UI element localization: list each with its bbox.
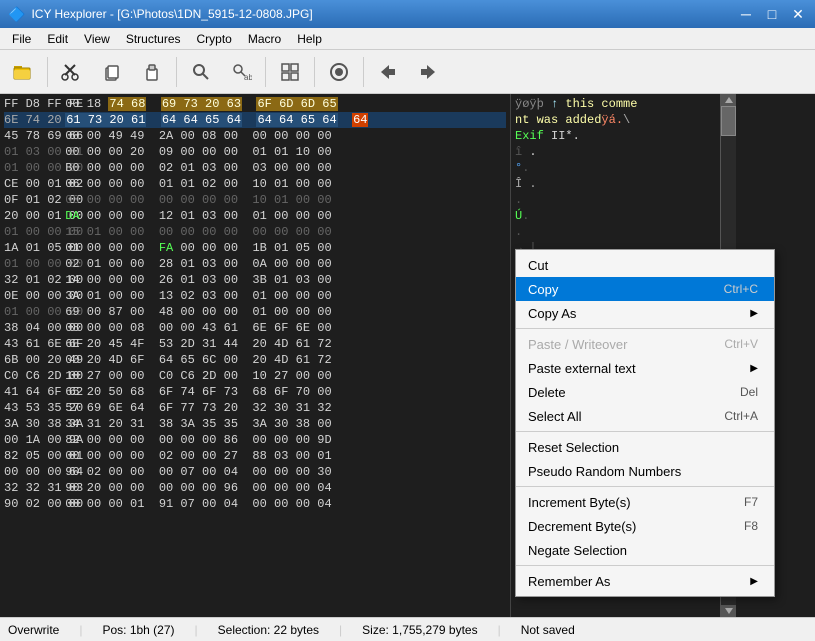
hex-row: 45 78 69 66 00 00 49 49 2A 00 08 00 00 0… bbox=[4, 128, 506, 144]
hex-row: 0F 01 02 00 00 00 00 00 00 00 00 00 10 0… bbox=[4, 192, 506, 208]
hex-row: 00 00 00 64 90 02 00 00 00 07 00 04 00 0… bbox=[4, 464, 506, 480]
ctx-paste[interactable]: Paste / Writeover Ctrl+V bbox=[516, 332, 774, 356]
ctx-select-all[interactable]: Select All Ctrl+A bbox=[516, 404, 774, 428]
hex-left-panel: FF D8 FF FE 00 18 74 68 69 73 20 63 6F 6… bbox=[0, 94, 510, 617]
toolbar-sep-2 bbox=[176, 57, 177, 87]
hex-row: 32 01 02 00 14 00 00 00 26 01 03 00 3B 0… bbox=[4, 272, 506, 288]
ctx-paste-external[interactable]: Paste external text ▶ bbox=[516, 356, 774, 380]
hex-row: 20 00 01 00 DA 00 00 00 12 01 03 00 01 0… bbox=[4, 208, 506, 224]
toolbar-goto[interactable] bbox=[271, 53, 309, 91]
hex-row: 32 32 31 03 90 20 00 00 00 00 00 96 00 0… bbox=[4, 480, 506, 496]
ascii-row: nt was addedÿá.\ bbox=[515, 112, 716, 128]
ctx-delete[interactable]: Delete Del bbox=[516, 380, 774, 404]
titlebar: 🔷 ICY Hexplorer - [G:\Photos\1DN_5915-12… bbox=[0, 0, 815, 28]
toolbar-findreplace[interactable]: ab bbox=[222, 53, 260, 91]
ascii-row: Ú. bbox=[515, 208, 716, 224]
hex-row: CE 00 01 02 06 00 00 00 01 01 02 00 10 0… bbox=[4, 176, 506, 192]
ctx-reset-selection[interactable]: Reset Selection bbox=[516, 435, 774, 459]
menu-crypto[interactable]: Crypto bbox=[189, 28, 240, 50]
ascii-row: Î . bbox=[515, 176, 716, 192]
main-area: FF D8 FF FE 00 18 74 68 69 73 20 63 6F 6… bbox=[0, 94, 815, 617]
status-position: Pos: 1bh (27) bbox=[102, 623, 174, 637]
toolbar-forward[interactable] bbox=[409, 53, 447, 91]
ascii-row: . bbox=[515, 192, 716, 208]
ctx-sep-4 bbox=[516, 565, 774, 566]
app-icon: 🔷 bbox=[8, 6, 25, 23]
hex-row: 82 05 00 01 00 00 00 00 02 00 00 27 88 0… bbox=[4, 448, 506, 464]
toolbar: ab bbox=[0, 50, 815, 94]
status-selection: Selection: 22 bytes bbox=[218, 623, 319, 637]
status-saved: Not saved bbox=[521, 623, 575, 637]
status-mode: Overwrite bbox=[8, 623, 59, 637]
titlebar-title: ICY Hexplorer - [G:\Photos\1DN_5915-12-0… bbox=[31, 7, 312, 21]
toolbar-cut[interactable] bbox=[53, 53, 91, 91]
ascii-row: Exif II*. bbox=[515, 128, 716, 144]
ctx-negate-selection[interactable]: Negate Selection bbox=[516, 538, 774, 562]
scroll-up[interactable] bbox=[721, 94, 736, 106]
hex-row: 01 00 00 00 B0 00 00 00 02 01 03 00 03 0… bbox=[4, 160, 506, 176]
hex-row: 01 00 00 00 02 01 00 00 28 01 03 00 0A 0… bbox=[4, 256, 506, 272]
context-menu: Cut Copy Ctrl+C Copy As ▶ Paste / Writeo… bbox=[515, 249, 775, 597]
ctx-pseudo-random[interactable]: Pseudo Random Numbers bbox=[516, 459, 774, 483]
hex-row: 90 02 00 00 00 00 00 01 91 07 00 04 00 0… bbox=[4, 496, 506, 512]
toolbar-sep-4 bbox=[314, 57, 315, 87]
hex-row: FF D8 FF FE 00 18 74 68 69 73 20 63 6F 6… bbox=[4, 96, 506, 112]
hex-row: 01 00 00 00 15 01 00 00 00 00 00 00 00 0… bbox=[4, 224, 506, 240]
ctx-sep-3 bbox=[516, 486, 774, 487]
ascii-row: ÿøÿþ ↑ this comme bbox=[515, 96, 716, 112]
ctx-sep-1 bbox=[516, 328, 774, 329]
hex-row: 43 53 35 20 57 69 6E 64 6F 77 73 20 32 3… bbox=[4, 400, 506, 416]
menu-view[interactable]: View bbox=[76, 28, 118, 50]
ascii-row: î . bbox=[515, 144, 716, 160]
ctx-sep-2 bbox=[516, 431, 774, 432]
toolbar-sep-5 bbox=[363, 57, 364, 87]
close-button[interactable]: ✕ bbox=[785, 0, 811, 28]
ctx-cut[interactable]: Cut bbox=[516, 253, 774, 277]
hex-row: 00 1A 00 9A 82 00 00 00 00 00 00 86 00 0… bbox=[4, 432, 506, 448]
toolbar-back[interactable] bbox=[369, 53, 407, 91]
ctx-decrement-byte[interactable]: Decrement Byte(s) F8 bbox=[516, 514, 774, 538]
hex-row: 1A 01 05 00 01 00 00 00 FA 00 00 00 1B 0… bbox=[4, 240, 506, 256]
hex-row: 01 00 00 00 69 00 87 00 48 00 00 00 01 0… bbox=[4, 304, 506, 320]
menu-file[interactable]: File bbox=[4, 28, 39, 50]
menubar: File Edit View Structures Crypto Macro H… bbox=[0, 28, 815, 50]
ascii-row: . bbox=[515, 224, 716, 240]
hex-row: 0E 00 00 00 3A 01 00 00 13 02 03 00 01 0… bbox=[4, 288, 506, 304]
titlebar-left: 🔷 ICY Hexplorer - [G:\Photos\1DN_5915-12… bbox=[8, 6, 313, 23]
svg-text:ab: ab bbox=[244, 73, 252, 82]
minimize-button[interactable]: ─ bbox=[733, 0, 759, 28]
hex-row: 6B 00 20 49 00 20 4D 6F 64 65 6C 00 20 4… bbox=[4, 352, 506, 368]
hex-row: 01 03 00 01 00 00 00 20 09 00 00 00 01 0… bbox=[4, 144, 506, 160]
toolbar-open[interactable] bbox=[4, 53, 42, 91]
toolbar-search[interactable] bbox=[182, 53, 220, 91]
hex-row: C0 C6 2D 00 10 27 00 00 C0 C6 2D 00 10 2… bbox=[4, 368, 506, 384]
hex-row: 6E 74 20 77 61 73 20 61 64 64 65 64 64 6… bbox=[4, 112, 506, 128]
ctx-increment-byte[interactable]: Increment Byte(s) F7 bbox=[516, 490, 774, 514]
statusbar: Overwrite | Pos: 1bh (27) | Selection: 2… bbox=[0, 617, 815, 641]
menu-structures[interactable]: Structures bbox=[118, 28, 189, 50]
titlebar-controls: ─ □ ✕ bbox=[733, 0, 811, 28]
scroll-down[interactable] bbox=[721, 605, 736, 617]
status-size: Size: 1,755,279 bytes bbox=[362, 623, 477, 637]
ctx-copy[interactable]: Copy Ctrl+C bbox=[516, 277, 774, 301]
hex-row: 43 61 6E 6F 6E 20 45 4F 53 2D 31 44 20 4… bbox=[4, 336, 506, 352]
toolbar-sep-3 bbox=[265, 57, 266, 87]
hex-row: 41 64 6F 62 65 20 50 68 6F 74 6F 73 68 6… bbox=[4, 384, 506, 400]
ctx-copy-as[interactable]: Copy As ▶ bbox=[516, 301, 774, 325]
toolbar-paste[interactable] bbox=[133, 53, 171, 91]
scroll-thumb[interactable] bbox=[721, 106, 736, 136]
menu-edit[interactable]: Edit bbox=[39, 28, 76, 50]
menu-help[interactable]: Help bbox=[289, 28, 330, 50]
maximize-button[interactable]: □ bbox=[759, 0, 785, 28]
toolbar-bookmark[interactable] bbox=[320, 53, 358, 91]
ctx-remember-as[interactable]: Remember As ▶ bbox=[516, 569, 774, 593]
toolbar-sep-1 bbox=[47, 57, 48, 87]
toolbar-copy[interactable] bbox=[93, 53, 131, 91]
hex-row: 38 04 00 00 08 00 00 08 00 00 43 61 6E 6… bbox=[4, 320, 506, 336]
menu-macro[interactable]: Macro bbox=[240, 28, 289, 50]
ascii-row: °. bbox=[515, 160, 716, 176]
hex-row: 3A 30 38 3A 34 31 20 31 38 3A 35 35 3A 3… bbox=[4, 416, 506, 432]
